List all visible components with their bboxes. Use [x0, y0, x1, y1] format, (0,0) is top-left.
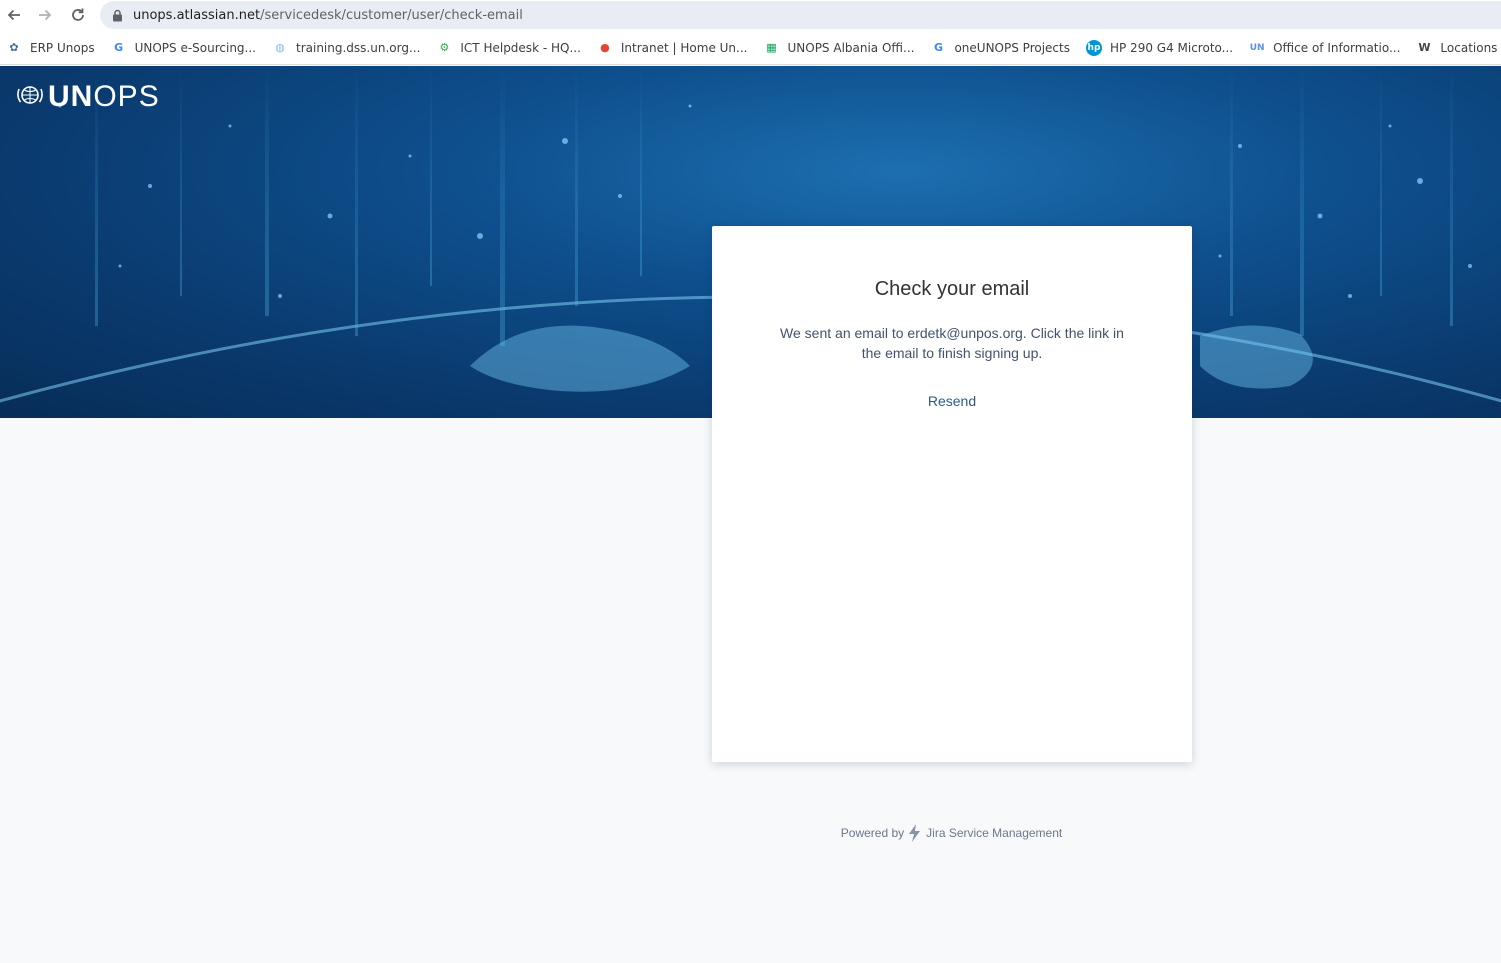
url-path: /servicedesk/customer/user/check-email: [260, 7, 523, 23]
erp-icon: ✿: [9, 41, 19, 54]
un-icon: UN: [1249, 42, 1265, 53]
back-icon[interactable]: [4, 5, 24, 25]
bookmark-label: Office of Informatio...: [1273, 40, 1401, 55]
bookmark-label: Intranet | Home Un...: [620, 40, 748, 55]
bookmark-item[interactable]: ⚙ ICT Helpdesk - HQ...: [436, 40, 581, 56]
bookmark-label: Locations ‹ Eu4Cult...: [1440, 40, 1501, 55]
reload-icon[interactable]: [68, 5, 88, 25]
bookmark-label: training.dss.un.org...: [296, 40, 421, 55]
powered-by-label: Powered by: [840, 826, 905, 840]
address-bar[interactable]: unops.atlassian.net/servicedesk/customer…: [100, 1, 1501, 29]
lock-icon: [112, 9, 123, 22]
bookmark-item[interactable]: ▦ UNOPS Albania Offi...: [763, 40, 914, 56]
check-email-card: Check your email We sent an email to erd…: [712, 226, 1192, 762]
bookmark-item[interactable]: UN Office of Informatio...: [1249, 40, 1401, 56]
helpdesk-icon: ⚙: [439, 41, 450, 54]
wordpress-icon: W: [1418, 41, 1431, 54]
forward-icon[interactable]: [35, 5, 55, 25]
bookmark-item[interactable]: GoneUNOPS Projects: [930, 40, 1070, 56]
resend-link[interactable]: Resend: [928, 393, 976, 409]
bookmark-label: HP 290 G4 Microto...: [1109, 40, 1234, 55]
bookmark-item[interactable]: ◍ training.dss.un.org...: [272, 40, 420, 56]
jira-service-management-link[interactable]: Jira Service Management: [926, 826, 1062, 840]
card-message: We sent an email to erdetk@unpos.org. Cl…: [780, 325, 1124, 361]
powered-by-footer: Powered by Jira Service Management: [0, 824, 1501, 842]
bookmark-item[interactable]: hp HP 290 G4 Microto...: [1085, 39, 1234, 56]
hp-icon: hp: [1085, 39, 1102, 56]
unops-wordmark: UNOPS: [48, 80, 160, 113]
card-title: Check your email: [874, 278, 1030, 300]
unops-logo[interactable]: UNOPS: [16, 82, 160, 112]
google-icon: G: [114, 41, 124, 54]
bookmark-label: ICT Helpdesk - HQ...: [460, 40, 581, 55]
intranet-icon: ●: [600, 41, 610, 54]
bookmark-item[interactable]: G UNOPS e-Sourcing...: [111, 40, 256, 56]
bookmarks-bar: ✿ ERP Unops G UNOPS e-Sourcing... ◍ training.…: [0, 31, 1501, 65]
bookmark-label: UNOPS Albania Offi...: [787, 40, 915, 55]
url-host: unops.atlassian.net: [133, 7, 261, 23]
jira-bolt-icon: [907, 824, 923, 842]
bookmark-item[interactable]: ● Intranet | Home Un...: [597, 40, 748, 56]
bookmark-item[interactable]: ✿ ERP Unops: [6, 40, 95, 56]
sheets-icon: ▦: [766, 41, 777, 54]
bookmark-label: oneUNOPS Projects: [954, 40, 1070, 55]
un-globe-icon: ◍: [275, 41, 285, 54]
un-emblem-icon: [16, 83, 44, 112]
bookmark-item[interactable]: W Locations ‹ Eu4Cult...: [1416, 40, 1501, 56]
bookmark-label: UNOPS e-Sourcing...: [134, 40, 256, 55]
google-icon: G: [933, 41, 943, 54]
bookmark-label: ERP Unops: [30, 40, 95, 55]
browser-toolbar: unops.atlassian.net/servicedesk/customer…: [0, 0, 1501, 31]
